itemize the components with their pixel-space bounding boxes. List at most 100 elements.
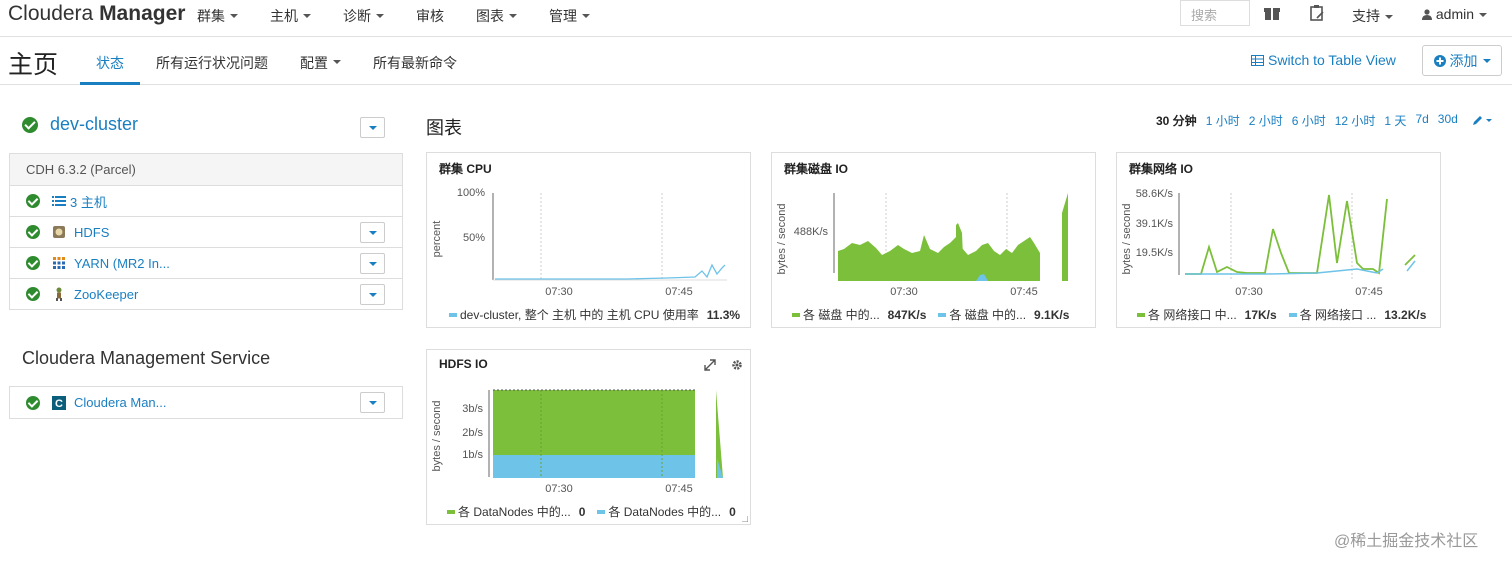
zookeeper-link[interactable]: ZooKeeper: [74, 287, 138, 302]
top-menu-label: 主机: [270, 8, 298, 24]
management-service-title: Cloudera Management Service: [22, 348, 271, 368]
x-tick-label: 07:45: [1010, 286, 1038, 298]
y-tick-label: 488K/s: [794, 226, 829, 238]
legend-value: 847K/s: [887, 307, 927, 322]
legend-label: 各 DataNodes 中的...: [458, 505, 571, 519]
user-menu[interactable]: admin: [1422, 6, 1488, 22]
yarn-actions-dropdown[interactable]: [360, 253, 385, 274]
tab-3[interactable]: 所有最新命令: [357, 37, 473, 85]
chevron-down-icon: [368, 125, 377, 130]
chevron-down-icon: [1479, 13, 1488, 18]
yarn-link[interactable]: YARN (MR2 In...: [74, 256, 170, 271]
top-menu-label: 诊断: [343, 8, 371, 24]
y-tick-label: 100%: [457, 187, 485, 199]
time-range-option[interactable]: 30d: [1438, 112, 1458, 129]
resize-handle-icon[interactable]: [742, 516, 748, 522]
chevron-down-icon: [303, 14, 311, 18]
disk-io-chart: 488K/s 07:30 07:45 bytes / second: [776, 193, 1068, 298]
y-tick-label: 2b/s: [462, 427, 483, 439]
brand-logo[interactable]: Cloudera Manager: [8, 2, 185, 26]
x-tick-label: 07:45: [665, 483, 693, 495]
watermark: @稀土掘金技术社区: [1334, 533, 1479, 550]
top-menu-item[interactable]: 审核: [416, 6, 444, 26]
cloudera-icon: C: [52, 395, 66, 410]
cloudera-management-actions-dropdown[interactable]: [360, 392, 385, 413]
cpu-chart: 100% 50% 07:30 07:45 percent: [431, 187, 727, 298]
cluster-actions-dropdown[interactable]: [360, 117, 385, 138]
time-range-option[interactable]: 2 小时: [1249, 112, 1283, 129]
time-range-option[interactable]: 1 天: [1384, 112, 1406, 129]
top-menu-label: 管理: [549, 8, 577, 24]
hdfs-io-chart: 3b/s 2b/s 1b/s 07:30 07:45 bytes / secon…: [431, 389, 723, 495]
svg-text:C: C: [55, 398, 63, 410]
series-line: [1185, 268, 1384, 275]
search-input[interactable]: 搜索: [1180, 0, 1250, 26]
top-menu-item[interactable]: 图表: [476, 6, 517, 26]
legend-label: 各 网络接口 ...: [1299, 308, 1377, 322]
series-area: [838, 235, 1040, 281]
time-range-option[interactable]: 6 小时: [1292, 112, 1326, 129]
add-button[interactable]: 添加: [1422, 45, 1502, 76]
legend-swatch: [597, 509, 606, 514]
y-tick-label: 50%: [463, 232, 485, 244]
time-range-option[interactable]: 7d: [1415, 112, 1428, 129]
table-icon: [1251, 54, 1264, 66]
legend-value: 9.1K/s: [1034, 307, 1070, 322]
chevron-down-icon: [368, 400, 377, 405]
chevron-down-icon: [1482, 58, 1491, 63]
time-range-option[interactable]: 12 小时: [1335, 112, 1376, 129]
hdfs-link[interactable]: HDFS: [74, 225, 109, 240]
brand-light-text: Cloudera: [8, 2, 100, 25]
cluster-name-link[interactable]: dev-cluster: [50, 114, 138, 135]
add-label: 添加: [1449, 52, 1478, 69]
hosts-row[interactable]: 3 主机: [10, 185, 402, 216]
top-menu-item[interactable]: 主机: [270, 6, 311, 26]
tab-label: 所有运行状况问题: [156, 55, 268, 71]
time-range-option[interactable]: 1 小时: [1206, 112, 1240, 129]
top-menu-item[interactable]: 管理: [549, 6, 590, 26]
service-row-hdfs[interactable]: HDFS: [10, 216, 402, 247]
hdfs-actions-dropdown[interactable]: [360, 222, 385, 243]
clipboard-icon[interactable]: [1308, 4, 1326, 22]
brand-bold-text: Manager: [99, 2, 186, 25]
support-menu[interactable]: 支持: [1352, 6, 1393, 26]
gift-icon[interactable]: [1263, 4, 1281, 22]
time-range-option[interactable]: 30 分钟: [1156, 112, 1197, 129]
legend-value: 11.3%: [706, 307, 741, 322]
cluster-header: dev-cluster: [22, 114, 138, 135]
chevron-down-icon: [1385, 15, 1393, 20]
service-row-zookeeper[interactable]: ZooKeeper: [10, 278, 402, 309]
tab-label: 状态: [96, 55, 124, 71]
service-row-cloudera-management[interactable]: C Cloudera Man...: [10, 387, 402, 418]
plus-circle-icon: [1433, 54, 1446, 67]
pencil-icon[interactable]: [1472, 114, 1494, 126]
cloudera-management-link[interactable]: Cloudera Man...: [74, 395, 167, 410]
series-area: [493, 455, 695, 478]
top-menu-item[interactable]: 诊断: [343, 6, 384, 26]
chart-card-cluster-cpu: 群集 CPU 100% 50% 07:30 07:45 percent dev-…: [426, 152, 751, 328]
legend-label: 各 磁盘 中的...: [803, 308, 880, 322]
x-tick-label: 07:30: [545, 483, 573, 495]
page-tabs: 状态 所有运行状况问题 配置 所有最新命令: [80, 37, 473, 85]
y-tick-label: 58.6K/s: [1136, 188, 1174, 200]
top-menu-item[interactable]: 群集: [197, 6, 238, 26]
tab-2[interactable]: 配置: [284, 37, 357, 85]
zookeeper-icon: [56, 287, 62, 301]
chevron-down-icon: [582, 14, 590, 18]
chevron-down-icon: [376, 14, 384, 18]
hosts-link[interactable]: 3 主机: [70, 192, 107, 211]
top-menu-label: 群集: [197, 8, 225, 24]
switch-to-table-view-link[interactable]: Switch to Table View: [1251, 52, 1396, 68]
legend-swatch: [447, 509, 455, 514]
zookeeper-actions-dropdown[interactable]: [360, 284, 385, 305]
time-range-selector: 30 分钟 1 小时 2 小时 6 小时 12 小时 1 天 7d 30d: [1156, 112, 1467, 129]
cluster-version: CDH 6.3.2 (Parcel): [26, 162, 136, 177]
tab-1[interactable]: 所有运行状况问题: [140, 37, 284, 85]
service-row-yarn[interactable]: YARN (MR2 In...: [10, 247, 402, 278]
chart-card-cluster-network-io: 群集网络 IO 58.6K/s 39.1K/s 19.5K/s 07:30 07…: [1116, 152, 1441, 328]
x-tick-label: 07:45: [1355, 286, 1383, 298]
page-title: 主页: [8, 51, 59, 79]
cluster-version-row: CDH 6.3.2 (Parcel): [10, 154, 402, 185]
tab-0[interactable]: 状态: [80, 37, 140, 85]
y-tick-label: 19.5K/s: [1136, 247, 1174, 259]
